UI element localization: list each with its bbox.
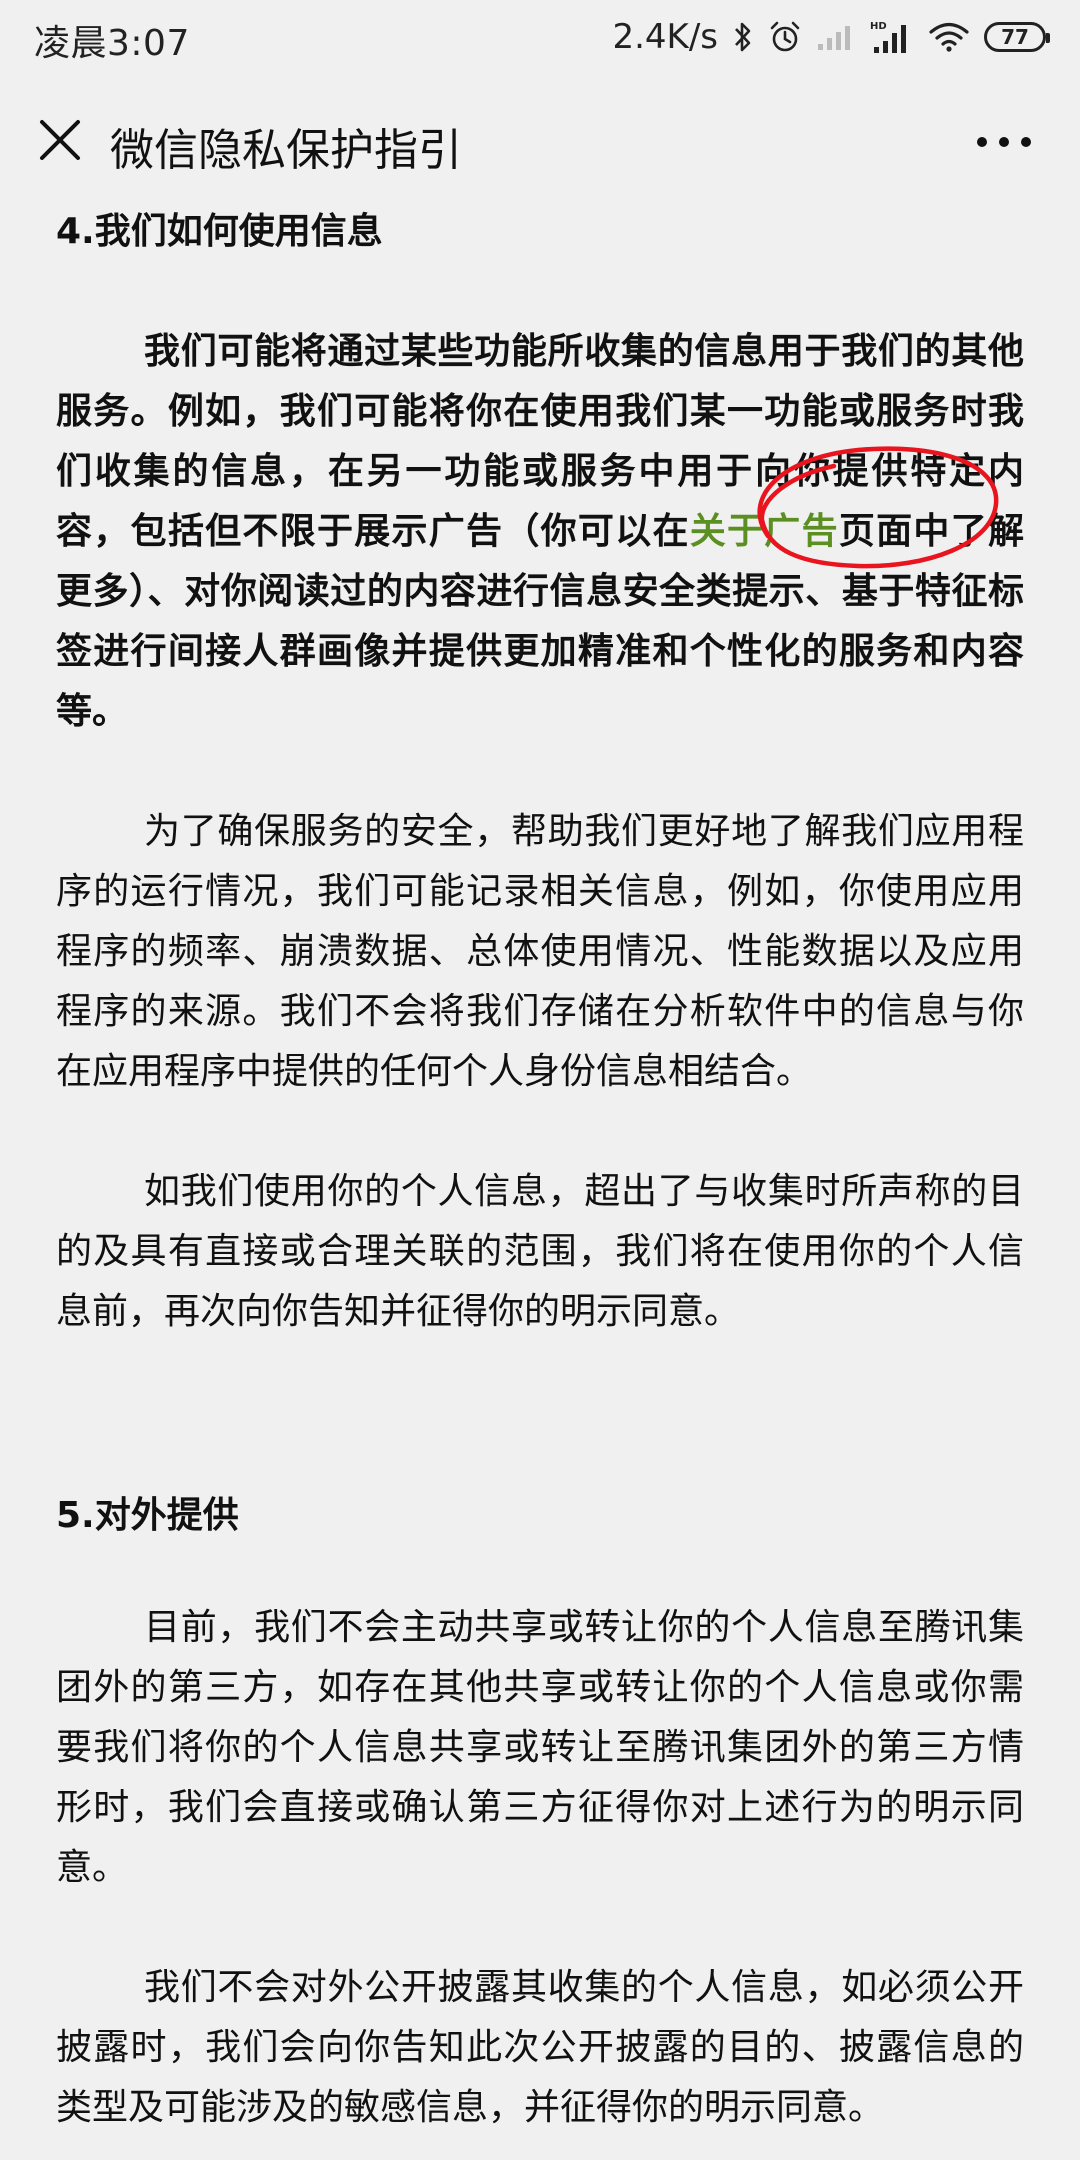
signal-weak-icon (816, 22, 856, 52)
svg-text:HD: HD (870, 21, 887, 32)
wifi-icon (928, 21, 970, 53)
close-button[interactable] (28, 108, 92, 172)
more-icon (977, 137, 1031, 147)
bluetooth-icon (732, 20, 754, 54)
hd-signal-icon: HD (870, 19, 914, 55)
status-time: 凌晨3:07 (34, 23, 190, 64)
battery-icon: 77 (984, 22, 1050, 52)
section-4-title: 4.我们如何使用信息 (56, 211, 383, 252)
page-title: 微信隐私保护指引 (110, 125, 462, 176)
status-icons: 2.4K/s HD 77 (612, 12, 1050, 62)
section-5-paragraph-2: 我们不会对外公开披露其收集的个人信息，如必须公开披露时，我们会向你告知此次公开披… (56, 1967, 1024, 2128)
section-4-paragraph-2: 为了确保服务的安全，帮助我们更好地了解我们应用程序的运行情况，我们可能记录相关信… (56, 811, 1024, 1092)
section-4-paragraph-1: 我们可能将通过某些功能所收集的信息用于我们的其他服务。例如，我们可能将你在使用我… (56, 322, 1024, 742)
article-content: 4.我们如何使用信息 我们可能将通过某些功能所收集的信息用于我们的其他服务。例如… (56, 204, 1024, 2138)
network-speed: 2.4K/s (612, 17, 718, 57)
section-5-title: 5.对外提供 (56, 1495, 239, 1536)
section-5-paragraph-1: 目前，我们不会主动共享或转让你的个人信息至腾讯集团外的第三方，如存在其他共享或转… (56, 1607, 1024, 1888)
section-4-paragraph-3: 如我们使用你的个人信息，超出了与收集时所声称的目的及具有直接或合理关联的范围，我… (56, 1171, 1024, 1332)
battery-level: 77 (1001, 25, 1029, 49)
alarm-icon (768, 20, 802, 54)
close-icon (40, 120, 80, 160)
navigation-bar: 微信隐私保护指引 (0, 78, 1080, 204)
about-ads-link[interactable]: 关于广告 (690, 511, 839, 552)
more-button[interactable] (968, 112, 1040, 172)
status-bar: 凌晨3:07 2.4K/s HD 77 (0, 0, 1080, 78)
